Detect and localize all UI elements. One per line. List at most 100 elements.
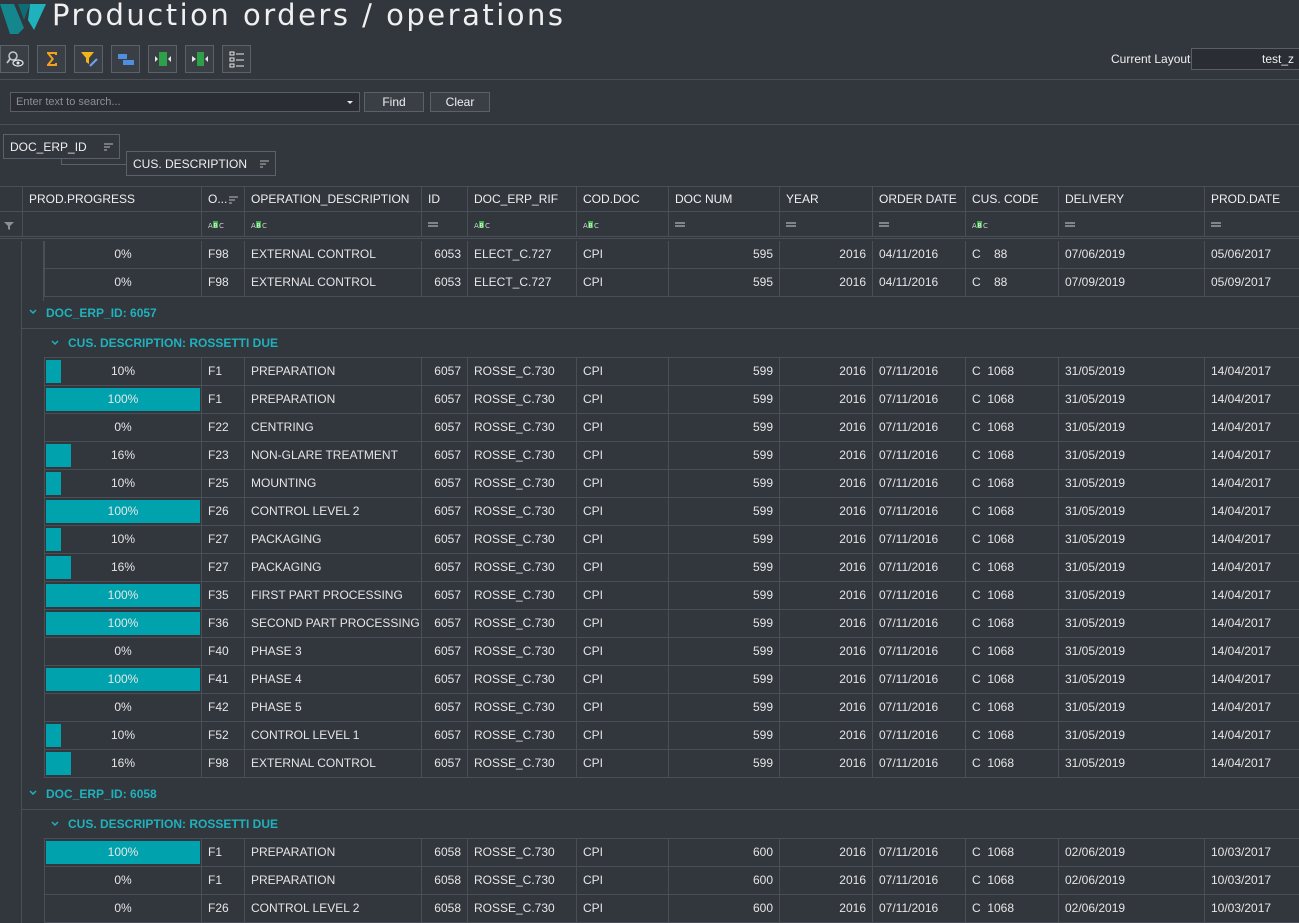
cell-year: 2016 <box>779 470 872 497</box>
cell-rif: ELECT_C.727 <box>467 269 576 296</box>
filter-cell[interactable] <box>1204 212 1299 236</box>
search-input[interactable] <box>11 93 341 111</box>
chevron-down-icon[interactable] <box>51 340 59 346</box>
find-eye-button[interactable] <box>0 45 29 73</box>
table-row[interactable]: 100% F26 CONTROL LEVEL 2 6057 ROSSE_C.730 CPI… <box>44 498 1299 526</box>
group-chip-label: DOC_ERP_ID <box>10 139 87 154</box>
group-row-label: CUS. DESCRIPTION: ROSSETTI DUE <box>68 817 279 831</box>
cell-year: 2016 <box>779 839 872 866</box>
clear-button[interactable]: Clear <box>430 92 490 112</box>
table-row[interactable]: 10% F1 PREPARATION 6057 ROSSE_C.730 CPI 599 201… <box>44 358 1299 386</box>
filter-cell[interactable]: ABC <box>201 212 244 236</box>
column-header[interactable]: DOC_ERP_RIF <box>467 187 576 212</box>
table-row[interactable]: 100% F41 PHASE 4 6057 ROSSE_C.730 CPI 599 2016 0… <box>44 666 1299 694</box>
text-filter-icon: ABC <box>583 221 599 229</box>
column-header-label: O... <box>208 192 228 206</box>
table-row[interactable]: 0% F26 CONTROL LEVEL 2 6058 ROSSE_C.730 CPI 60… <box>44 895 1299 923</box>
progress-percent: 0% <box>114 420 132 434</box>
search-box[interactable] <box>10 92 360 112</box>
chevron-down-icon[interactable] <box>29 790 37 796</box>
cell-rif: ROSSE_C.730 <box>467 526 576 553</box>
cell-rif: ROSSE_C.730 <box>467 867 576 894</box>
column-header[interactable]: DOC NUM <box>668 187 779 212</box>
cell-year: 2016 <box>779 722 872 749</box>
cell-order: 07/11/2016 <box>872 694 965 721</box>
filter-cell[interactable] <box>779 212 872 236</box>
table-row[interactable]: 10% F25 MOUNTING 6057 ROSSE_C.730 CPI 599 2016 0… <box>44 470 1299 498</box>
table-row[interactable]: 0% F98 EXTERNAL CONTROL 6053 ELECT_C.727 CPI 5… <box>44 241 1299 269</box>
filter-cell[interactable]: ABC <box>576 212 668 236</box>
progress-percent: 100% <box>107 616 139 630</box>
find-eye-icon <box>5 51 24 67</box>
filter-cell[interactable]: ABC <box>965 212 1058 236</box>
filter-icon[interactable] <box>4 221 14 231</box>
divider <box>0 124 1299 125</box>
column-header[interactable]: COD.DOC <box>576 187 668 212</box>
cell-id: 6058 <box>421 839 467 866</box>
collapse-icon <box>191 52 208 66</box>
table-row[interactable]: 16% F23 NON-GLARE TREATMENT 6057 ROSSE_C.730… <box>44 442 1299 470</box>
cell-num: 595 <box>668 241 779 268</box>
filter-edit-icon <box>80 52 98 67</box>
collapse-button[interactable] <box>185 45 214 73</box>
table-row[interactable]: 16% F27 PACKAGING 6057 ROSSE_C.730 CPI 599 2016… <box>44 554 1299 582</box>
text-filter-icon: ABC <box>251 221 267 229</box>
table-row[interactable]: 0% F1 PREPARATION 6058 ROSSE_C.730 CPI 600 2016… <box>44 867 1299 895</box>
table-row[interactable]: 10% F52 CONTROL LEVEL 1 6057 ROSSE_C.730 CPI 5… <box>44 722 1299 750</box>
filter-cell[interactable]: ABC <box>467 212 576 236</box>
group-row-cus-description[interactable]: CUS. DESCRIPTION: ROSSETTI DUE <box>44 810 1299 839</box>
column-header[interactable]: OPERATION_DESCRIPTION <box>244 187 421 212</box>
current-layout-field[interactable] <box>1191 48 1299 70</box>
cell-delivery: 02/06/2019 <box>1058 895 1204 922</box>
cell-id: 6057 <box>421 750 467 777</box>
cell-desc: CONTROL LEVEL 2 <box>244 895 421 922</box>
table-row[interactable]: 0% F22 CENTRING 6057 ROSSE_C.730 CPI 599 2016 07… <box>44 414 1299 442</box>
progress-cell: 100% <box>44 498 201 525</box>
table-row[interactable]: 0% F40 PHASE 3 6057 ROSSE_C.730 CPI 599 2016 07/… <box>44 638 1299 666</box>
column-header[interactable]: O... <box>201 187 244 212</box>
filter-cell[interactable]: ABC <box>244 212 421 236</box>
table-row[interactable]: 100% F1 PREPARATION 6057 ROSSE_C.730 CPI 599 20… <box>44 386 1299 414</box>
filter-cell[interactable] <box>22 212 201 236</box>
table-row[interactable]: 16% F98 EXTERNAL CONTROL 6057 ROSSE_C.730 CPI… <box>44 750 1299 778</box>
filter-cell[interactable] <box>421 212 467 236</box>
filter-cell[interactable] <box>872 212 965 236</box>
column-header[interactable]: DELIVERY <box>1058 187 1204 212</box>
cell-cod: CPI <box>576 526 668 553</box>
column-header[interactable]: YEAR <box>779 187 872 212</box>
chevron-down-icon[interactable] <box>29 309 37 315</box>
layout-list-button[interactable] <box>222 45 251 73</box>
group-button[interactable] <box>111 45 140 73</box>
chevron-down-icon[interactable] <box>51 821 59 827</box>
group-row-doc-erp-id[interactable]: DOC_ERP_ID: 6058 <box>22 778 1299 810</box>
cell-id: 6053 <box>421 241 467 268</box>
column-header[interactable]: PROD.PROGRESS <box>22 187 201 212</box>
cell-cus: C 88 <box>965 269 1058 296</box>
table-row[interactable]: 10% F27 PACKAGING 6057 ROSSE_C.730 CPI 599 2016… <box>44 526 1299 554</box>
table-row[interactable]: 100% F36 SECOND PART PROCESSING 6057 ROSSE_C… <box>44 610 1299 638</box>
column-header[interactable]: PROD.DATE <box>1204 187 1299 212</box>
table-row[interactable]: 0% F98 EXTERNAL CONTROL 6053 ELECT_C.727 CPI 5… <box>44 269 1299 297</box>
group-chip-cus-description[interactable]: CUS. DESCRIPTION <box>126 151 276 176</box>
table-row[interactable]: 100% F35 FIRST PART PROCESSING 6057 ROSSE_C.… <box>44 582 1299 610</box>
cell-op: F36 <box>201 610 244 637</box>
table-row[interactable]: 0% F42 PHASE 5 6057 ROSSE_C.730 CPI 599 2016 07/… <box>44 694 1299 722</box>
find-button[interactable]: Find <box>364 92 424 112</box>
expand-button[interactable] <box>148 45 177 73</box>
group-row-cus-description[interactable]: CUS. DESCRIPTION: ROSSETTI DUE <box>44 329 1299 358</box>
cell-cus: C 1068 <box>965 895 1058 922</box>
sum-button[interactable] <box>37 45 66 73</box>
column-header[interactable]: ORDER DATE <box>872 187 965 212</box>
cell-id: 6057 <box>421 610 467 637</box>
chevron-down-icon[interactable] <box>344 96 356 108</box>
group-chip-doc-erp-id[interactable]: DOC_ERP_ID <box>3 134 120 159</box>
column-header[interactable]: ID <box>421 187 467 212</box>
column-header[interactable]: CUS. CODE <box>965 187 1058 212</box>
cell-rif: ROSSE_C.730 <box>467 722 576 749</box>
filter-cell[interactable] <box>1058 212 1204 236</box>
filter-cell[interactable] <box>668 212 779 236</box>
group-row-doc-erp-id[interactable]: DOC_ERP_ID: 6057 <box>22 297 1299 329</box>
table-row[interactable]: 100% F1 PREPARATION 6058 ROSSE_C.730 CPI 600 20… <box>44 839 1299 867</box>
filter-edit-button[interactable] <box>74 45 103 73</box>
progress-cell: 10% <box>44 722 201 749</box>
